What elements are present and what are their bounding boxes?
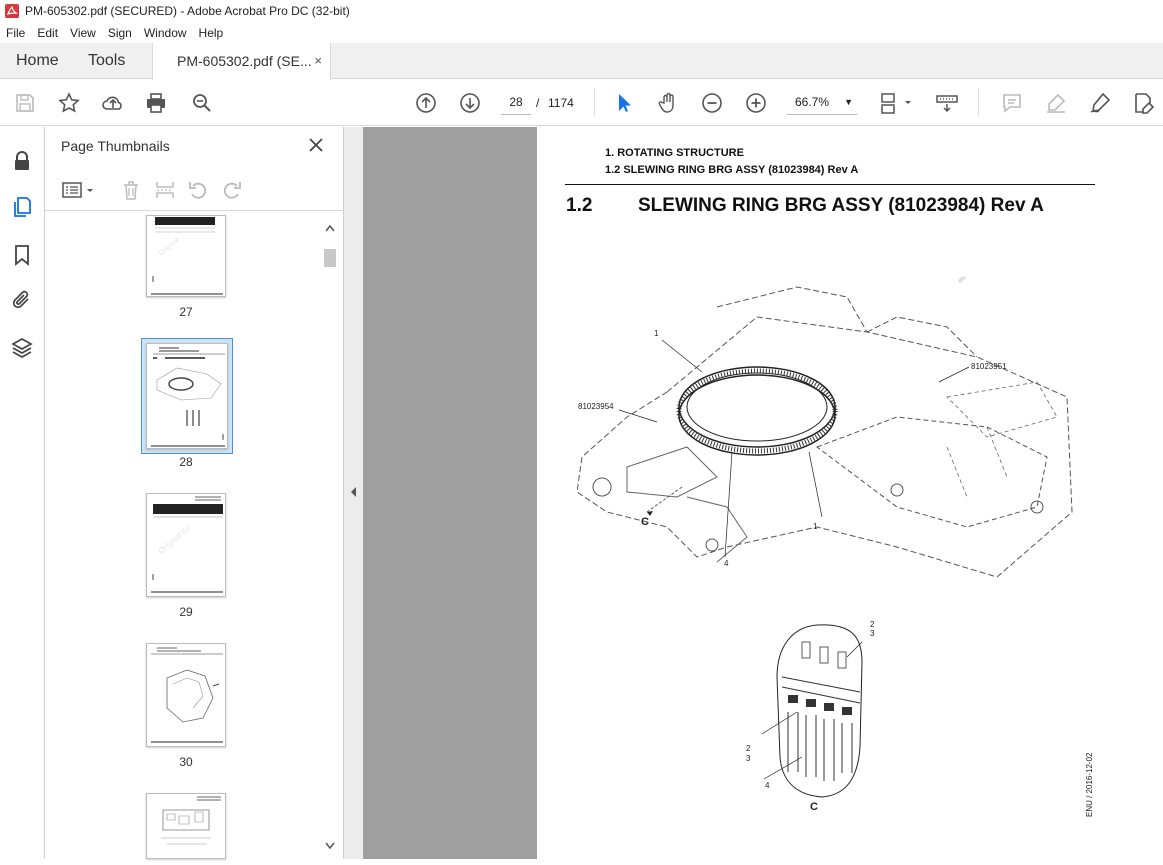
section-number: 1.2 (566, 195, 593, 216)
panel-splitter[interactable] (344, 127, 363, 859)
rotate-left-icon[interactable] (187, 179, 209, 201)
thumbnail-scrollbar[interactable] (322, 217, 338, 857)
slewing-ring-assembly-drawing (576, 277, 1073, 578)
zoom-out-icon[interactable] (700, 91, 724, 115)
menu-bar: File Edit View Sign Window Help (0, 22, 1163, 43)
close-panel-icon[interactable] (307, 136, 325, 154)
title-bar: PM-605302.pdf (SECURED) - Adobe Acrobat … (0, 0, 1163, 22)
tab-home[interactable]: Home (16, 43, 59, 79)
callout-1-top: 1 (654, 329, 659, 338)
page-header-section: 1.2 SLEWING RING BRG ASSY (81023984) Rev… (605, 164, 859, 176)
callout-detail-3-left: 3 (746, 754, 751, 763)
edit-pdf-icon[interactable] (1131, 91, 1155, 115)
toolbar-divider (978, 88, 979, 116)
callout-81023954: 81023954 (578, 402, 614, 411)
delete-icon[interactable] (120, 179, 142, 201)
callout-detail-3-top: 3 (870, 629, 875, 638)
page-header-chapter: 1. ROTATING STRUCTURE (605, 147, 744, 159)
thumbnail-page-27[interactable]: Original (146, 215, 226, 297)
attachment-icon[interactable] (10, 288, 34, 312)
window-title: PM-605302.pdf (SECURED) - Adobe Acrobat … (25, 4, 350, 18)
callout-detail-2-left: 2 (746, 744, 751, 753)
thumbnail-page-31[interactable] (146, 793, 226, 859)
thumbnail-page-30[interactable] (146, 643, 226, 747)
zoom-in-icon[interactable] (744, 91, 768, 115)
scroll-mode-icon[interactable] (935, 91, 959, 115)
page-total: 1174 (548, 96, 574, 110)
callout-detail-c: C (810, 801, 818, 813)
comment-icon[interactable] (1000, 91, 1024, 115)
section-title: SLEWING RING BRG ASSY (81023984) Rev A (638, 195, 1044, 216)
callout-1-lower: 1 (813, 522, 818, 531)
cloud-upload-icon[interactable] (101, 91, 125, 115)
page-number-input[interactable]: 28 (501, 90, 531, 115)
thumbnail-label-28: 28 (179, 455, 193, 469)
print-icon[interactable] (144, 91, 168, 115)
tab-document[interactable]: PM-605302.pdf (SE... × (152, 43, 331, 80)
select-cursor-icon[interactable] (612, 91, 636, 115)
page-separator: / (536, 96, 540, 110)
sign-pen-icon[interactable] (1088, 91, 1112, 115)
pdf-page: 1. ROTATING STRUCTURE 1.2 SLEWING RING B… (537, 127, 1163, 859)
tab-tools[interactable]: Tools (88, 43, 125, 79)
close-tab-icon[interactable]: × (314, 43, 322, 79)
document-viewer[interactable]: 1. ROTATING STRUCTURE 1.2 SLEWING RING B… (363, 127, 1163, 859)
svg-text:Original: Original (158, 236, 181, 257)
thumbnail-label-29: 29 (179, 605, 193, 619)
lock-icon[interactable] (10, 149, 34, 173)
page-thumbnails-icon[interactable] (10, 195, 34, 219)
header-rule (565, 184, 1095, 185)
menu-file[interactable]: File (0, 26, 31, 40)
bookmark-icon[interactable] (10, 243, 34, 267)
zoom-search-icon[interactable] (190, 91, 214, 115)
detail-view-c-drawing (762, 624, 863, 798)
left-icon-rail (0, 127, 45, 859)
menu-sign[interactable]: Sign (102, 26, 138, 40)
extract-pages-icon[interactable] (154, 179, 176, 201)
callout-detail-2-top: 2 (870, 620, 875, 629)
chevron-down-icon: ▼ (844, 97, 853, 107)
svg-text:Original Gr: Original Gr (157, 524, 193, 556)
menu-window[interactable]: Window (138, 26, 193, 40)
menu-help[interactable]: Help (193, 26, 230, 40)
save-icon[interactable] (13, 91, 37, 115)
document-revision-code: ENU / 2016-12-02 (1085, 752, 1094, 817)
thumbnail-label-27: 27 (179, 305, 193, 319)
layers-icon[interactable] (10, 336, 34, 360)
page-thumbnails-panel: Page Thumbnails Original 27 28 Original … (45, 127, 344, 859)
callout-4-upper: 4 (724, 559, 729, 568)
zoom-level-select[interactable]: 66.7% ▼ (787, 90, 857, 115)
star-icon[interactable] (57, 91, 81, 115)
acrobat-app-icon (5, 4, 19, 18)
hand-tool-icon[interactable] (656, 91, 680, 115)
menu-edit[interactable]: Edit (31, 26, 64, 40)
next-page-icon[interactable] (458, 91, 482, 115)
toolbar-divider (594, 88, 595, 116)
thumbnail-page-28[interactable] (146, 343, 228, 449)
previous-page-icon[interactable] (414, 91, 438, 115)
toolbar: 28 / 1174 66.7% ▼ (0, 80, 1163, 126)
callout-view-c: C (641, 516, 649, 528)
callout-81023951: 81023951 (971, 362, 1007, 371)
thumbnail-toolbar (45, 175, 344, 211)
tab-bar: Home Tools PM-605302.pdf (SE... × (0, 43, 1163, 80)
menu-view[interactable]: View (64, 26, 102, 40)
page-display-icon[interactable] (879, 91, 913, 115)
thumbnail-label-30: 30 (179, 755, 193, 769)
tab-document-label: PM-605302.pdf (SE... (177, 53, 312, 69)
rotate-right-icon[interactable] (221, 179, 243, 201)
zoom-level-value: 66.7% (795, 95, 830, 109)
panel-title: Page Thumbnails (61, 138, 170, 154)
highlighter-icon[interactable] (1044, 91, 1068, 115)
options-menu-icon[interactable] (61, 179, 97, 201)
thumbnail-page-29[interactable]: Original Gr (146, 493, 226, 597)
callout-detail-4: 4 (765, 781, 770, 790)
